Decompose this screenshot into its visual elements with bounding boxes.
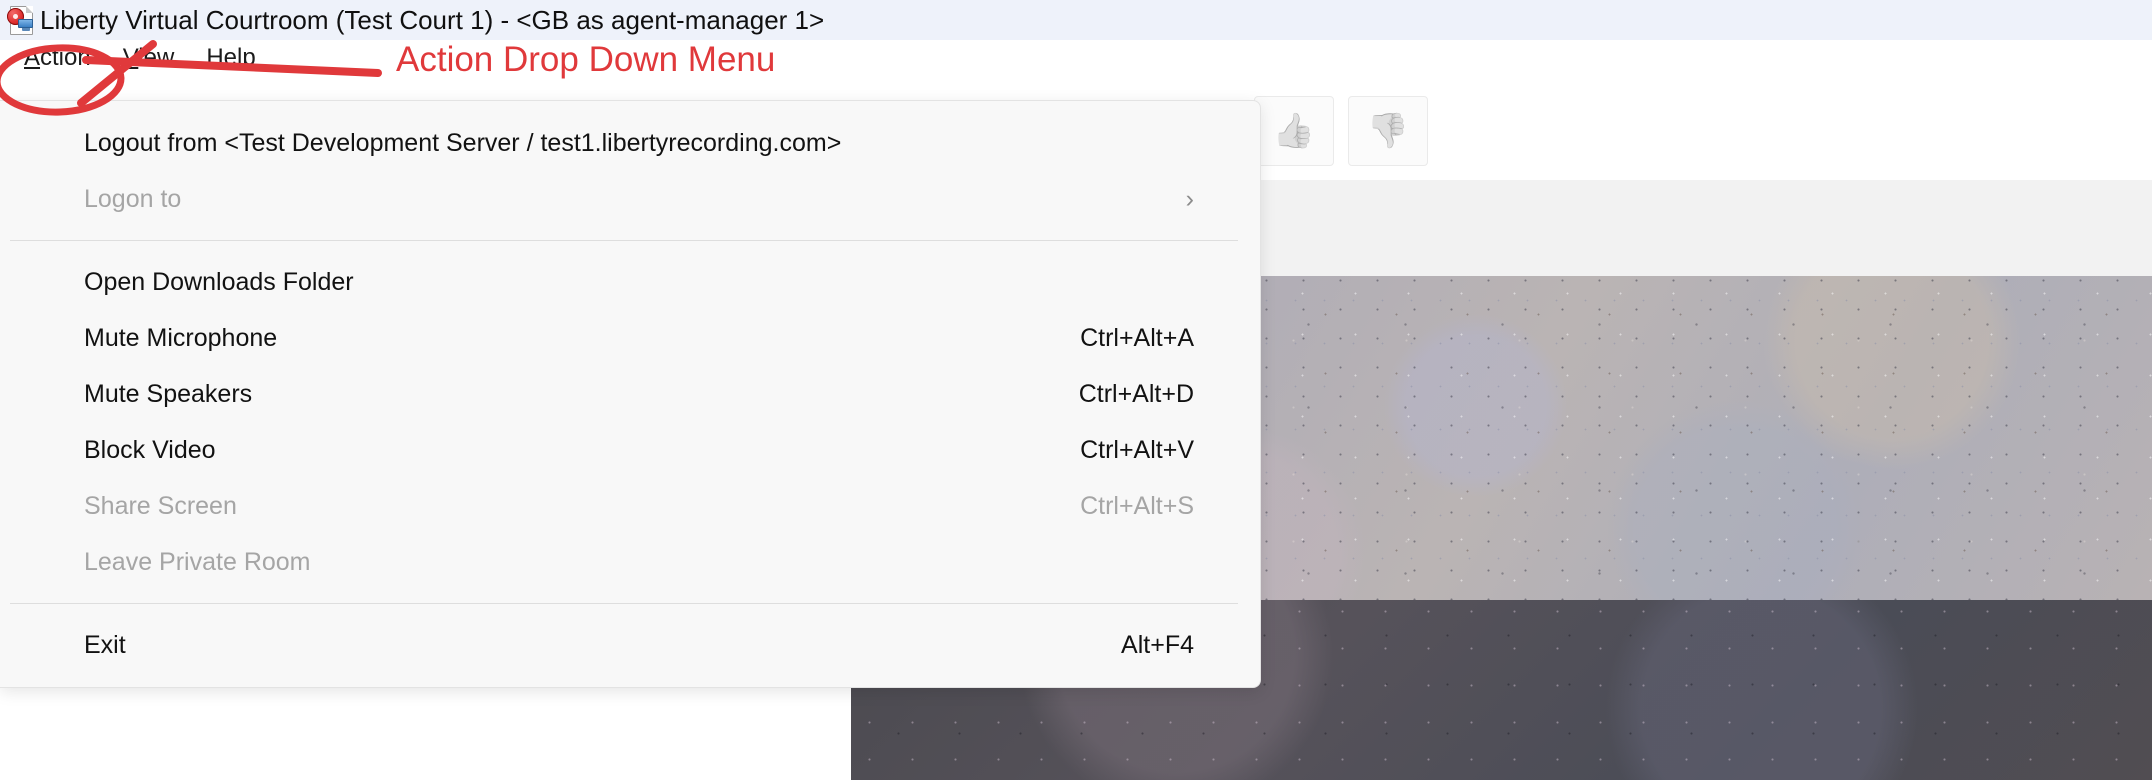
menu-bar: Action View Help (0, 40, 2152, 76)
menu-item-logon-to[interactable]: Logon to › (0, 171, 1260, 227)
menu-item-mute-microphone[interactable]: Mute Microphone Ctrl+Alt+A (0, 310, 1260, 366)
menu-item-shortcut: Ctrl+Alt+V (1080, 435, 1194, 464)
action-dropdown-menu[interactable]: Logout from <Test Development Server / t… (0, 100, 1261, 688)
thumbs-up-button[interactable]: 👍 (1254, 96, 1334, 166)
menu-item-exit[interactable]: Exit Alt+F4 (0, 617, 1260, 673)
menu-item-label: Mute Microphone (84, 323, 278, 352)
menu-item-label: Share Screen (84, 491, 237, 520)
menu-item-label: Leave Private Room (84, 547, 311, 576)
liberty-recording-document-icon (6, 5, 36, 35)
menu-item-shortcut: Ctrl+Alt+D (1078, 379, 1194, 408)
menubar-item-help[interactable]: Help (190, 40, 271, 76)
menu-item-label: Block Video (84, 435, 216, 464)
menu-item-label: Open Downloads Folder (84, 267, 354, 296)
menu-item-label: Logon to (84, 184, 182, 213)
thumbs-up-icon: 👍 (1272, 112, 1316, 150)
chevron-right-icon: › (1185, 184, 1194, 213)
menu-item-mute-speakers[interactable]: Mute Speakers Ctrl+Alt+D (0, 366, 1260, 422)
window-title: Liberty Virtual Courtroom (Test Court 1)… (40, 5, 825, 35)
menu-item-leave-private-room[interactable]: Leave Private Room (0, 534, 1260, 590)
menu-separator (10, 603, 1238, 604)
menu-item-shortcut: Ctrl+Alt+A (1080, 323, 1194, 352)
menu-item-share-screen[interactable]: Share Screen Ctrl+Alt+S (0, 478, 1260, 534)
menu-item-open-downloads-folder[interactable]: Open Downloads Folder (0, 254, 1260, 310)
menu-item-logout-from[interactable]: Logout from <Test Development Server / t… (0, 115, 1260, 171)
title-bar: Liberty Virtual Courtroom (Test Court 1)… (0, 0, 2152, 40)
menu-item-label: Logout from <Test Development Server / t… (84, 128, 842, 157)
menubar-item-view[interactable]: View (107, 40, 191, 76)
thumbs-down-button[interactable]: 👎 (1348, 96, 1428, 166)
menubar-item-action[interactable]: Action (8, 40, 107, 76)
menu-item-shortcut: Ctrl+Alt+S (1080, 491, 1194, 520)
menu-item-shortcut: Alt+F4 (1121, 630, 1194, 659)
menu-item-label: Mute Speakers (84, 379, 253, 408)
thumbs-down-icon: 👎 (1366, 112, 1410, 150)
menu-item-block-video[interactable]: Block Video Ctrl+Alt+V (0, 422, 1260, 478)
menu-item-label: Exit (84, 630, 126, 659)
application-window: Liberty Virtual Courtroom (Test Court 1)… (0, 0, 2152, 780)
menu-separator (10, 240, 1238, 241)
